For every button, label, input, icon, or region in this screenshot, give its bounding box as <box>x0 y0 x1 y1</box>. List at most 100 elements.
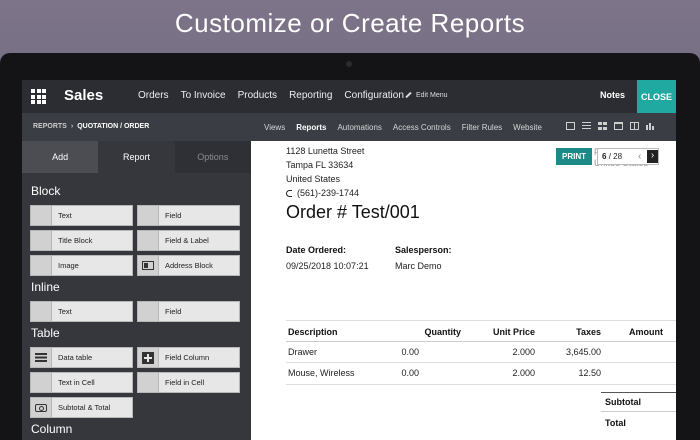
phone-icon <box>286 190 292 197</box>
studio-menu-reports[interactable]: Reports <box>296 123 326 132</box>
app-screen: Sales Orders To Invoice Products Reporti… <box>22 80 676 440</box>
tab-options[interactable]: Options <box>174 141 251 173</box>
table-top-rule <box>286 320 676 321</box>
snippet-field-column[interactable]: Field Column <box>137 347 240 368</box>
snippet-label: Subtotal & Total <box>58 403 111 412</box>
studio-menu-filter-rules[interactable]: Filter Rules <box>462 123 502 132</box>
snippet-label: Text <box>58 211 72 220</box>
salesperson-value: Marc Demo <box>395 261 442 271</box>
snippet-block-text[interactable]: Text <box>30 205 133 226</box>
app-brand[interactable]: Sales <box>64 87 103 104</box>
phone-number: (561)-239-1744 <box>297 188 360 198</box>
money-glyph <box>35 403 47 412</box>
studio-subbar: REPORTS › QUOTATION / ORDER Views Reports … <box>22 113 676 141</box>
kanban-view-icon[interactable] <box>598 122 607 130</box>
studio-menu-website[interactable]: Website <box>513 123 542 132</box>
blank-icon <box>138 373 159 392</box>
date-ordered-label: Date Ordered: <box>286 245 347 255</box>
menu-orders[interactable]: Orders <box>138 90 169 101</box>
breadcrumb-reports[interactable]: REPORTS <box>33 123 67 130</box>
studio-menu-views[interactable]: Views <box>264 123 285 132</box>
col-amount: Amount <box>629 327 663 337</box>
pivot-view-icon[interactable] <box>630 122 639 130</box>
snippet-subtotal-total[interactable]: Subtotal & Total <box>30 397 133 418</box>
col-unit-price: Unit Price <box>492 327 535 337</box>
section-block: Block <box>31 184 61 198</box>
address-card-icon <box>138 256 159 275</box>
section-table: Table <box>31 326 60 340</box>
blank-icon <box>31 302 52 321</box>
snippet-label: Title Block <box>58 236 93 245</box>
form-view-icon[interactable] <box>566 122 575 130</box>
report-editor-sidebar: Add Report Options Block Text Field Titl… <box>22 141 251 440</box>
blank-icon <box>138 302 159 321</box>
pager-current: 6 <box>602 152 607 161</box>
salesperson-label: Salesperson: <box>395 245 452 255</box>
row-description: Drawer <box>288 347 318 357</box>
top-navbar: Sales Orders To Invoice Products Reporti… <box>22 80 676 113</box>
notes-button[interactable]: Notes <box>600 90 625 100</box>
date-ordered-value: 09/25/2018 10:07:21 <box>286 261 369 271</box>
menu-products[interactable]: Products <box>238 90 277 101</box>
snippet-label: Text <box>58 307 72 316</box>
snippet-data-table[interactable]: Data table <box>30 347 133 368</box>
section-column: Column <box>31 422 73 436</box>
studio-menu-access-controls[interactable]: Access Controls <box>393 123 451 132</box>
report-preview: 1128 Lunetta Street Tampa FL 33634 Unite… <box>251 141 676 440</box>
totals-rule <box>601 392 676 393</box>
camera-dot <box>346 61 352 67</box>
menu-configuration[interactable]: Configuration <box>344 90 403 101</box>
plus-glyph <box>142 351 154 364</box>
table-glyph <box>35 353 47 362</box>
pager-value[interactable]: 6 / 28 <box>602 152 622 161</box>
chevron-right-icon[interactable]: › <box>647 150 658 163</box>
graph-view-icon[interactable] <box>646 122 655 130</box>
snippet-address-block[interactable]: Address Block <box>137 255 240 276</box>
totals-rule <box>601 411 676 412</box>
snippet-label: Field <box>165 307 182 316</box>
row-taxes: 12.50 <box>578 368 601 378</box>
col-taxes: Taxes <box>576 327 601 337</box>
snippet-label: Field <box>165 211 182 220</box>
address-card-glyph <box>142 261 154 270</box>
row-quantity: 0.00 <box>401 368 419 378</box>
snippet-label: Field & Label <box>165 236 209 245</box>
list-view-icon[interactable] <box>582 122 591 130</box>
total-label: Total <box>605 418 626 428</box>
money-icon <box>31 398 52 417</box>
snippet-inline-field[interactable]: Field <box>137 301 240 322</box>
tab-add[interactable]: Add <box>22 141 99 173</box>
chevron-left-icon[interactable]: ‹ <box>638 151 641 162</box>
view-switcher <box>566 122 655 130</box>
snippet-inline-text[interactable]: Text <box>30 301 133 322</box>
close-button[interactable]: CLOSE <box>637 80 676 113</box>
section-inline: Inline <box>31 280 60 294</box>
edit-menu-link[interactable]: Edit Menu <box>405 91 448 99</box>
blank-icon <box>138 231 159 250</box>
snippet-field-label[interactable]: Field & Label <box>137 230 240 251</box>
snippet-field-in-cell[interactable]: Field in Cell <box>137 372 240 393</box>
edit-menu-label: Edit Menu <box>416 92 448 99</box>
row-taxes: 3,645.00 <box>565 347 601 357</box>
menu-reporting[interactable]: Reporting <box>289 90 332 101</box>
row-quantity: 0.00 <box>401 347 419 357</box>
address-line: United States <box>286 174 341 184</box>
table-icon <box>31 348 52 367</box>
studio-menu: Views Reports Automations Access Control… <box>264 123 553 132</box>
snippet-text-in-cell[interactable]: Text in Cell <box>30 372 133 393</box>
menu-to-invoice[interactable]: To Invoice <box>181 90 226 101</box>
pager-total: / 28 <box>608 152 623 161</box>
snippet-title-block[interactable]: Title Block <box>30 230 133 251</box>
calendar-view-icon[interactable] <box>614 122 623 130</box>
order-title: Order # Test/001 <box>286 202 420 222</box>
col-quantity: Quantity <box>424 327 461 337</box>
studio-menu-automations[interactable]: Automations <box>337 123 381 132</box>
print-button[interactable]: PRINT <box>556 148 592 165</box>
snippet-block-field[interactable]: Field <box>137 205 240 226</box>
tab-report[interactable]: Report <box>98 141 175 173</box>
apps-grid-icon[interactable] <box>31 89 46 104</box>
phone-line: (561)-239-1744 <box>286 188 359 198</box>
row-rule <box>286 362 676 363</box>
snippet-image[interactable]: Image <box>30 255 133 276</box>
snippet-label: Text in Cell <box>58 378 95 387</box>
